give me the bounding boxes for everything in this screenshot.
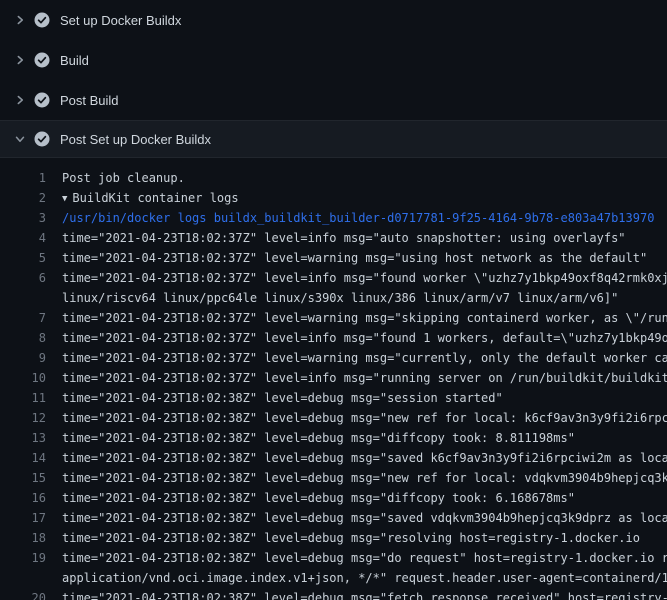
log-line: 10 time="2021-04-23T18:02:37Z" level=info… bbox=[0, 368, 667, 388]
log-line: 1 Post job cleanup. bbox=[0, 168, 667, 188]
log-text: time="2021-04-23T18:02:38Z" level=debug … bbox=[62, 508, 667, 528]
line-number[interactable]: 5 bbox=[0, 248, 46, 268]
line-number[interactable]: 7 bbox=[0, 308, 46, 328]
log-line: 16 time="2021-04-23T18:02:38Z" level=debu… bbox=[0, 488, 667, 508]
log-line: 15 time="2021-04-23T18:02:38Z" level=debu… bbox=[0, 468, 667, 488]
line-number[interactable]: 10 bbox=[0, 368, 46, 388]
line-number[interactable]: 11 bbox=[0, 388, 46, 408]
log-line-command: 3/usr/bin/docker logs buildx_buildkit_bu… bbox=[0, 208, 667, 228]
log-line: 14 time="2021-04-23T18:02:38Z" level=debu… bbox=[0, 448, 667, 468]
check-circle-icon bbox=[34, 131, 50, 147]
log-line: 8 time="2021-04-23T18:02:37Z" level=info … bbox=[0, 328, 667, 348]
line-number[interactable]: 15 bbox=[0, 468, 46, 488]
log-text: time="2021-04-23T18:02:37Z" level=warnin… bbox=[62, 248, 667, 268]
log-text: time="2021-04-23T18:02:38Z" level=debug … bbox=[62, 468, 667, 488]
log-text: time="2021-04-23T18:02:38Z" level=debug … bbox=[62, 488, 667, 508]
line-number[interactable]: 1 bbox=[0, 168, 46, 188]
log-line: 20 time="2021-04-23T18:02:38Z" level=debu… bbox=[0, 588, 667, 600]
log-line: 17 time="2021-04-23T18:02:38Z" level=debu… bbox=[0, 508, 667, 528]
chevron-right-icon bbox=[14, 54, 34, 66]
line-number bbox=[0, 288, 46, 308]
step-label: Build bbox=[60, 53, 89, 68]
log-text: time="2021-04-23T18:02:37Z" level=info m… bbox=[62, 228, 667, 248]
log-text: time="2021-04-23T18:02:38Z" level=debug … bbox=[62, 388, 667, 408]
log-text: time="2021-04-23T18:02:38Z" level=debug … bbox=[62, 588, 667, 600]
log-line: 19 time="2021-04-23T18:02:38Z" level=debu… bbox=[0, 548, 667, 568]
log-line: 13 time="2021-04-23T18:02:38Z" level=debu… bbox=[0, 428, 667, 448]
log-text[interactable]: ▼BuildKit container logs bbox=[62, 188, 667, 208]
log-line: 11 time="2021-04-23T18:02:38Z" level=debu… bbox=[0, 388, 667, 408]
log-line: linux/riscv64 linux/ppc64le linux/s390x … bbox=[0, 288, 667, 308]
line-number[interactable]: 6 bbox=[0, 268, 46, 288]
actions-log-viewer: Set up Docker Buildx Build Post Build Post … bbox=[0, 0, 667, 600]
line-number[interactable]: 18 bbox=[0, 528, 46, 548]
line-number[interactable]: 9 bbox=[0, 348, 46, 368]
log-text: time="2021-04-23T18:02:37Z" level=info m… bbox=[62, 328, 667, 348]
group-expand-icon[interactable]: ▼ bbox=[62, 189, 67, 208]
step-label: Post Set up Docker Buildx bbox=[60, 132, 211, 147]
step-list: Set up Docker Buildx Build Post Build Post … bbox=[0, 0, 667, 158]
check-circle-icon bbox=[34, 52, 50, 68]
log-text: time="2021-04-23T18:02:38Z" level=debug … bbox=[62, 548, 667, 568]
chevron-right-icon bbox=[14, 94, 34, 106]
step-row-0[interactable]: Set up Docker Buildx bbox=[0, 0, 667, 40]
log-line: 7 time="2021-04-23T18:02:37Z" level=warni… bbox=[0, 308, 667, 328]
log-text: Post job cleanup. bbox=[62, 168, 667, 188]
log-line: 6 time="2021-04-23T18:02:37Z" level=info … bbox=[0, 268, 667, 288]
log-line: 12 time="2021-04-23T18:02:38Z" level=debu… bbox=[0, 408, 667, 428]
step-row-3[interactable]: Post Set up Docker Buildx bbox=[0, 120, 667, 158]
line-number[interactable]: 12 bbox=[0, 408, 46, 428]
chevron-right-icon bbox=[14, 14, 34, 26]
log-line: 18 time="2021-04-23T18:02:38Z" level=debu… bbox=[0, 528, 667, 548]
line-number[interactable]: 3 bbox=[0, 208, 46, 228]
log-text: time="2021-04-23T18:02:37Z" level=info m… bbox=[62, 368, 667, 388]
step-label: Set up Docker Buildx bbox=[60, 13, 181, 28]
line-number[interactable]: 4 bbox=[0, 228, 46, 248]
log-text: time="2021-04-23T18:02:37Z" level=warnin… bbox=[62, 348, 667, 368]
line-number[interactable]: 14 bbox=[0, 448, 46, 468]
line-number bbox=[0, 568, 46, 588]
step-row-2[interactable]: Post Build bbox=[0, 80, 667, 120]
log-viewer: 1 Post job cleanup. 2 ▼BuildKit container l… bbox=[0, 158, 667, 600]
log-line: 9 time="2021-04-23T18:02:37Z" level=warni… bbox=[0, 348, 667, 368]
log-line-group: 2 ▼BuildKit container logs bbox=[0, 188, 667, 208]
line-number[interactable]: 13 bbox=[0, 428, 46, 448]
log-text: time="2021-04-23T18:02:38Z" level=debug … bbox=[62, 428, 667, 448]
line-number[interactable]: 20 bbox=[0, 588, 46, 600]
step-label: Post Build bbox=[60, 93, 119, 108]
line-number[interactable]: 19 bbox=[0, 548, 46, 568]
log-text: /usr/bin/docker logs buildx_buildkit_bui… bbox=[62, 208, 667, 228]
log-text: time="2021-04-23T18:02:38Z" level=debug … bbox=[62, 408, 667, 428]
line-number[interactable]: 16 bbox=[0, 488, 46, 508]
log-text: time="2021-04-23T18:02:37Z" level=warnin… bbox=[62, 308, 667, 328]
log-line: 5 time="2021-04-23T18:02:37Z" level=warni… bbox=[0, 248, 667, 268]
log-line: 4 time="2021-04-23T18:02:37Z" level=info … bbox=[0, 228, 667, 248]
check-circle-icon bbox=[34, 92, 50, 108]
line-number[interactable]: 8 bbox=[0, 328, 46, 348]
log-text: time="2021-04-23T18:02:37Z" level=info m… bbox=[62, 268, 667, 288]
check-circle-icon bbox=[34, 12, 50, 28]
log-text: time="2021-04-23T18:02:38Z" level=debug … bbox=[62, 528, 667, 548]
chevron-down-icon bbox=[14, 133, 34, 145]
log-text: application/vnd.oci.image.index.v1+json,… bbox=[62, 568, 667, 588]
log-line: application/vnd.oci.image.index.v1+json,… bbox=[0, 568, 667, 588]
line-number[interactable]: 17 bbox=[0, 508, 46, 528]
log-text: time="2021-04-23T18:02:38Z" level=debug … bbox=[62, 448, 667, 468]
log-text: linux/riscv64 linux/ppc64le linux/s390x … bbox=[62, 288, 667, 308]
line-number[interactable]: 2 bbox=[0, 188, 46, 208]
step-row-1[interactable]: Build bbox=[0, 40, 667, 80]
